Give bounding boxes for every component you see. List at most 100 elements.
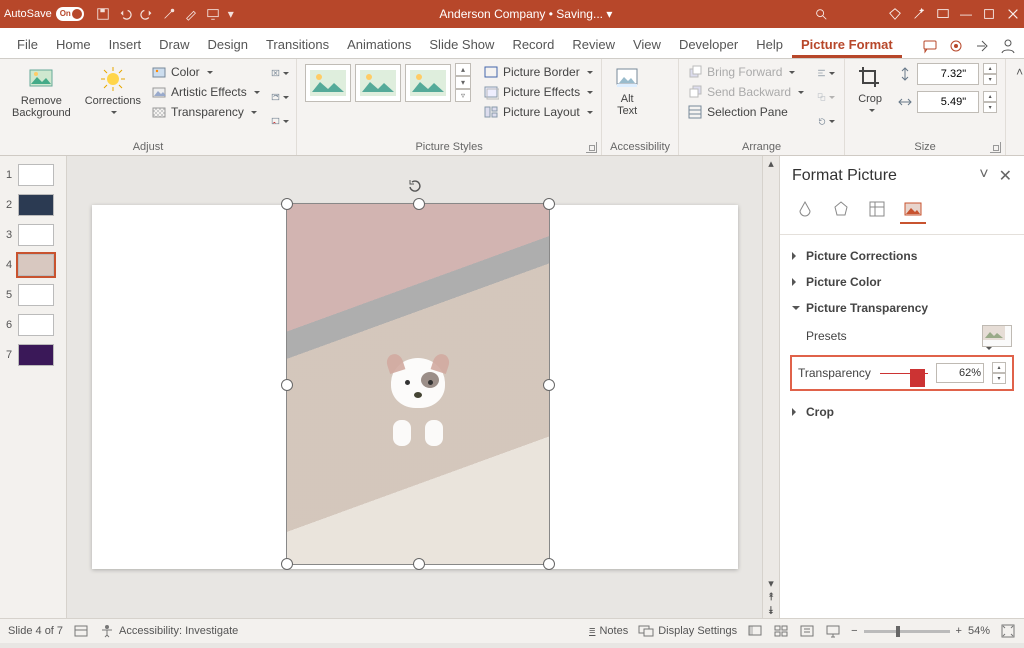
gallery-scroll[interactable]: ▴▾▿ xyxy=(455,63,471,102)
tab-view[interactable]: View xyxy=(624,31,670,58)
align-icon[interactable] xyxy=(816,63,836,83)
bring-forward-button[interactable]: Bring Forward xyxy=(687,63,804,81)
style-preset[interactable] xyxy=(405,64,451,102)
picture-border-button[interactable]: Picture Border xyxy=(483,63,593,81)
size-dialog-launcher[interactable] xyxy=(990,142,1001,153)
minimize-icon[interactable]: — xyxy=(960,7,972,21)
crop-button[interactable]: Crop xyxy=(853,63,887,115)
sorter-view-icon[interactable] xyxy=(773,623,789,639)
transparency-button[interactable]: Transparency xyxy=(151,103,260,121)
zoom-control[interactable]: − + 54% xyxy=(851,625,990,637)
styles-dialog-launcher[interactable] xyxy=(586,142,597,153)
tab-file[interactable]: File xyxy=(8,31,47,58)
account-icon[interactable] xyxy=(1000,38,1016,54)
wand-icon[interactable] xyxy=(912,7,926,21)
style-preset[interactable] xyxy=(355,64,401,102)
qat-icon-2[interactable] xyxy=(184,7,198,21)
comments-icon[interactable] xyxy=(922,38,938,54)
slide-canvas[interactable] xyxy=(67,156,762,618)
tab-review[interactable]: Review xyxy=(563,31,624,58)
thumb-5[interactable]: 5 xyxy=(0,280,66,310)
resize-handle[interactable] xyxy=(543,198,555,210)
fit-to-window-icon[interactable] xyxy=(1000,623,1016,639)
notes-button[interactable]: ≡Notes xyxy=(589,625,628,637)
rotate-handle-icon[interactable] xyxy=(406,177,424,195)
tab-home[interactable]: Home xyxy=(47,31,100,58)
zoom-value[interactable]: 54% xyxy=(968,625,990,637)
width-input[interactable]: ▴▾ xyxy=(897,91,997,113)
collapse-ribbon-icon[interactable]: ˄ xyxy=(1006,59,1024,155)
style-preset[interactable] xyxy=(305,64,351,102)
autosave-switch[interactable]: On xyxy=(56,7,84,21)
transparency-presets-button[interactable] xyxy=(982,325,1012,347)
section-picture-corrections[interactable]: Picture Corrections xyxy=(792,243,1012,269)
language-icon[interactable] xyxy=(73,623,89,639)
group-icon[interactable] xyxy=(816,87,836,107)
section-picture-color[interactable]: Picture Color xyxy=(792,269,1012,295)
resize-handle[interactable] xyxy=(281,379,293,391)
redo-icon[interactable] xyxy=(140,7,154,21)
thumb-1[interactable]: 1 xyxy=(0,160,66,190)
change-picture-icon[interactable] xyxy=(270,87,290,107)
thumb-2[interactable]: 2 xyxy=(0,190,66,220)
prev-slide-icon[interactable]: ⯭ xyxy=(763,590,779,604)
tab-picture-format[interactable]: Picture Format xyxy=(792,31,902,58)
document-title[interactable]: Anderson Company • Saving... ▾ xyxy=(238,7,814,21)
record-icon[interactable] xyxy=(948,38,964,54)
display-settings-button[interactable]: Display Settings xyxy=(638,623,737,639)
transparency-spinner[interactable]: ▴▾ xyxy=(992,362,1006,384)
pane-close-icon[interactable]: ✕ xyxy=(999,166,1012,186)
selection-pane-button[interactable]: Selection Pane xyxy=(687,103,804,121)
save-icon[interactable] xyxy=(96,7,110,21)
pane-options-icon[interactable]: ˅ xyxy=(979,166,988,186)
transparency-slider[interactable] xyxy=(880,366,928,380)
resize-handle[interactable] xyxy=(413,198,425,210)
vertical-scrollbar[interactable]: ▴ ▾ ⯭ ⯯ xyxy=(762,156,779,618)
reset-picture-icon[interactable] xyxy=(270,111,290,131)
tab-draw[interactable]: Draw xyxy=(150,31,198,58)
scroll-up-icon[interactable]: ▴ xyxy=(763,156,779,170)
accessibility-status[interactable]: Accessibility: Investigate xyxy=(99,623,238,639)
reading-view-icon[interactable] xyxy=(799,623,815,639)
section-crop[interactable]: Crop xyxy=(792,399,1012,425)
slide-thumbnails[interactable]: 1 2 3 4 5 6 7 xyxy=(0,156,67,618)
share-icon[interactable] xyxy=(974,38,990,54)
window-mode-icon[interactable] xyxy=(936,7,950,21)
section-picture-transparency[interactable]: Picture Transparency xyxy=(792,295,1012,321)
tab-slideshow[interactable]: Slide Show xyxy=(420,31,503,58)
tab-design[interactable]: Design xyxy=(199,31,257,58)
search-icon[interactable] xyxy=(814,7,828,21)
tab-developer[interactable]: Developer xyxy=(670,31,747,58)
height-input[interactable]: ▴▾ xyxy=(897,63,997,85)
rotate-icon[interactable] xyxy=(816,111,836,131)
compress-pictures-icon[interactable] xyxy=(270,63,290,83)
fill-line-tab-icon[interactable] xyxy=(792,196,818,224)
undo-icon[interactable] xyxy=(118,7,132,21)
zoom-out-icon[interactable]: − xyxy=(851,625,857,637)
send-backward-button[interactable]: Send Backward xyxy=(687,83,804,101)
thumb-4[interactable]: 4 xyxy=(0,250,66,280)
effects-tab-icon[interactable] xyxy=(828,196,854,224)
tab-insert[interactable]: Insert xyxy=(100,31,151,58)
remove-background-button[interactable]: Remove Background xyxy=(8,63,75,121)
thumb-6[interactable]: 6 xyxy=(0,310,66,340)
next-slide-icon[interactable]: ⯯ xyxy=(763,604,779,618)
thumb-7[interactable]: 7 xyxy=(0,340,66,370)
zoom-slider[interactable] xyxy=(864,630,950,633)
tab-help[interactable]: Help xyxy=(747,31,792,58)
alt-text-button[interactable]: Alt Text xyxy=(610,63,644,119)
thumb-3[interactable]: 3 xyxy=(0,220,66,250)
size-props-tab-icon[interactable] xyxy=(864,196,890,224)
transparency-value[interactable]: 62% xyxy=(936,363,984,383)
resize-handle[interactable] xyxy=(281,198,293,210)
qat-icon-1[interactable] xyxy=(162,7,176,21)
zoom-in-icon[interactable]: + xyxy=(956,625,962,637)
picture-tab-icon[interactable] xyxy=(900,196,926,224)
normal-view-icon[interactable] xyxy=(747,623,763,639)
picture-effects-button[interactable]: Picture Effects xyxy=(483,83,593,101)
color-button[interactable]: Color xyxy=(151,63,260,81)
tab-record[interactable]: Record xyxy=(503,31,563,58)
close-icon[interactable] xyxy=(1006,7,1020,21)
tab-transitions[interactable]: Transitions xyxy=(257,31,338,58)
slideshow-view-icon[interactable] xyxy=(825,623,841,639)
